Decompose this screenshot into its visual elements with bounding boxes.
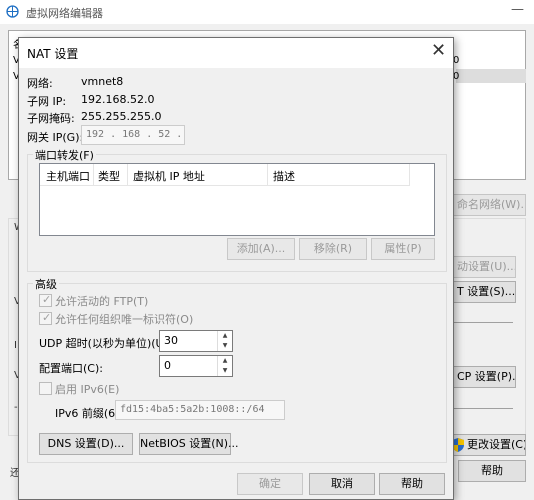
dialog-titlebar: NAT 设置 ✕ <box>19 38 453 68</box>
advanced-title: 高级 <box>33 276 59 292</box>
network-label: 网络: <box>27 77 53 90</box>
minimize-icon[interactable]: — <box>511 2 524 17</box>
network-editor-icon <box>6 5 19 18</box>
dialog-title: NAT 设置 <box>27 47 79 61</box>
spin-down-icon[interactable]: ▼ <box>217 366 232 376</box>
checkmark-icon: ✓ <box>42 293 52 306</box>
column-separator <box>93 164 94 186</box>
subnet-ip-value: 192.168.52.0 <box>81 93 155 106</box>
subnet-mask-value: 255.255.255.0 <box>81 110 162 123</box>
port-forwarding-title: 端口转发(F) <box>33 147 96 163</box>
spin-down-icon[interactable]: ▼ <box>217 341 232 351</box>
udp-timeout-label: UDP 超时(以秒为单位)(U): <box>39 337 172 350</box>
editor-titlebar: 虚拟网络编辑器 — <box>0 0 534 24</box>
column-host-port[interactable]: 主机端口 <box>46 168 90 184</box>
column-separator <box>409 164 410 186</box>
remove-port-button[interactable]: 移除(R) <box>299 238 367 260</box>
network-value: vmnet8 <box>81 75 124 88</box>
properties-button[interactable]: 属性(P) <box>371 238 435 260</box>
config-port-value: 0 <box>164 359 171 372</box>
subnet-mask-label: 子网掩码: <box>27 112 75 125</box>
rename-network-button[interactable]: 命名网络(W)... <box>450 194 526 216</box>
config-port-label: 配置端口(C): <box>39 362 103 375</box>
udp-timeout-value: 30 <box>164 334 178 347</box>
enable-ipv6-checkbox[interactable] <box>39 382 52 395</box>
change-settings-button[interactable]: 更改设置(C) <box>448 434 526 456</box>
gateway-ip-field[interactable]: 192 . 168 . 52 . 2 <box>81 125 185 158</box>
dhcp-settings-button[interactable]: CP 设置(P)... <box>450 366 516 388</box>
change-settings-label: 更改设置(C) <box>467 438 526 451</box>
port-forwarding-table[interactable]: 主机端口 类型 虚拟机 IP 地址 描述 <box>39 163 435 236</box>
cancel-button[interactable]: 取消 <box>309 473 375 495</box>
spin-up-icon[interactable]: ▲ <box>217 356 232 366</box>
gateway-ip-label: 网关 IP(G): <box>27 131 84 144</box>
dhcp-auto-settings-button[interactable]: 动设置(U)... <box>450 256 516 278</box>
help-button[interactable]: 帮助 <box>379 473 445 495</box>
table-header: 主机端口 类型 虚拟机 IP 地址 描述 <box>40 164 410 186</box>
dns-settings-button[interactable]: DNS 设置(D)... <box>39 433 133 455</box>
editor-help-button[interactable]: 帮助 <box>458 460 526 482</box>
spin-up-icon[interactable]: ▲ <box>217 331 232 341</box>
checkmark-icon: ✓ <box>42 311 52 324</box>
divider <box>453 322 513 323</box>
column-separator <box>127 164 128 186</box>
allow-any-oui-label: 允许任何组织唯一标识符(O) <box>55 313 194 326</box>
subnet-ip-label: 子网 IP: <box>27 95 67 108</box>
config-port-stepper[interactable]: 0 ▲ ▼ <box>159 355 233 377</box>
ok-button[interactable]: 确定 <box>237 473 303 495</box>
nat-settings-button[interactable]: T 设置(S)... <box>450 281 516 303</box>
udp-timeout-stepper[interactable]: 30 ▲ ▼ <box>159 330 233 352</box>
editor-title: 虚拟网络编辑器 <box>26 7 103 20</box>
netbios-settings-button[interactable]: NetBIOS 设置(N)... <box>139 433 239 455</box>
allow-ftp-checkbox[interactable]: ✓ <box>39 293 52 307</box>
ipv6-prefix-label: IPv6 前缀(6): <box>55 407 124 420</box>
network-list-selected-row[interactable] <box>456 69 526 83</box>
close-icon[interactable]: ✕ <box>431 41 446 61</box>
ipv6-prefix-field[interactable]: fd15:4ba5:5a2b:1008::/64 <box>115 400 285 420</box>
divider <box>453 408 513 409</box>
allow-ftp-label: 允许活动的 FTP(T) <box>55 295 149 308</box>
column-vm-ip[interactable]: 虚拟机 IP 地址 <box>133 168 205 184</box>
column-separator <box>267 164 268 186</box>
column-description[interactable]: 描述 <box>273 168 295 184</box>
allow-any-oui-checkbox[interactable]: ✓ <box>39 311 52 325</box>
enable-ipv6-label: 启用 IPv6(E) <box>55 383 120 396</box>
column-type[interactable]: 类型 <box>98 168 120 184</box>
add-port-button[interactable]: 添加(A)... <box>227 238 295 260</box>
left-fragment: I <box>14 340 17 351</box>
nat-settings-dialog: NAT 设置 ✕ 网络: vmnet8 子网 IP: 192.168.52.0 … <box>18 37 454 500</box>
